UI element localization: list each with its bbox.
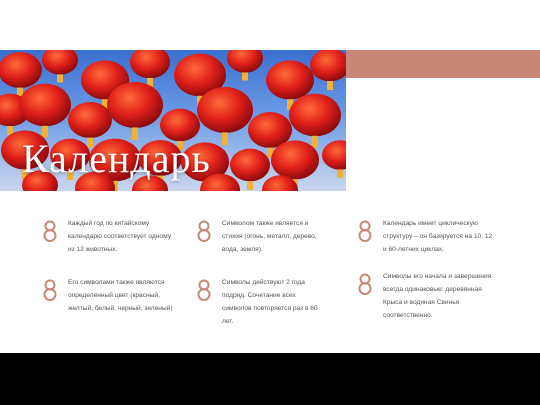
list-item: Каждый год по китайскому календарю соотв…: [42, 217, 178, 256]
lantern-tassel: [327, 81, 333, 90]
lantern-shape: [289, 93, 341, 137]
item-text: Символы его начала и завершения всегда о…: [383, 273, 492, 319]
lantern-shape: [19, 83, 71, 127]
item-text: Каждый год по китайскому календарю соотв…: [68, 220, 171, 253]
figure-eight-icon: [197, 279, 211, 301]
item-text: Символы действуют 2 года подряд. Сочетан…: [222, 279, 318, 325]
figure-eight-icon: [197, 220, 211, 242]
figure-eight-icon: [43, 220, 57, 242]
lantern-shape: [266, 60, 314, 100]
lantern-tassel: [247, 181, 253, 190]
list-item: Символы действуют 2 года подряд. Сочетан…: [196, 276, 322, 328]
lantern-shape: [227, 50, 263, 73]
figure-eight-icon: [358, 273, 372, 295]
lantern-shape: [322, 140, 346, 170]
lantern-tassel: [312, 135, 318, 148]
lantern-shape: [271, 140, 319, 180]
list-item: Символы его начала и завершения всегда о…: [357, 270, 498, 322]
slide-title: Календарь: [22, 136, 211, 181]
lantern-tassel: [222, 132, 228, 145]
lantern-shape: [130, 50, 170, 79]
list-item: Его символами также являются определенны…: [42, 276, 178, 315]
item-text: Символом также является и стихия (огонь,…: [222, 220, 317, 253]
lantern-tassel: [57, 74, 63, 83]
lantern-shape: [197, 87, 253, 133]
list-item: Календарь имеет циклическую структуру – …: [357, 217, 495, 256]
lantern-shape: [230, 148, 270, 182]
list-item: Символом также является и стихия (огонь,…: [196, 217, 330, 256]
accent-bar: [346, 50, 540, 78]
lantern-shape: [0, 51, 42, 89]
lantern-shape: [310, 50, 346, 82]
lantern-shape: [107, 82, 163, 128]
slide: Календарь Каждый год по китайскому кален…: [0, 0, 540, 353]
lantern-tassel: [242, 72, 248, 81]
lantern-tassel: [337, 169, 343, 178]
item-text: Календарь имеет циклическую структуру – …: [383, 220, 493, 253]
item-text: Его символами также являются определенны…: [68, 279, 173, 312]
figure-eight-icon: [43, 279, 57, 301]
letterbox-bottom: [0, 353, 540, 405]
figure-eight-icon: [358, 220, 372, 242]
lantern-shape: [68, 101, 112, 139]
lantern-shape: [42, 50, 78, 75]
